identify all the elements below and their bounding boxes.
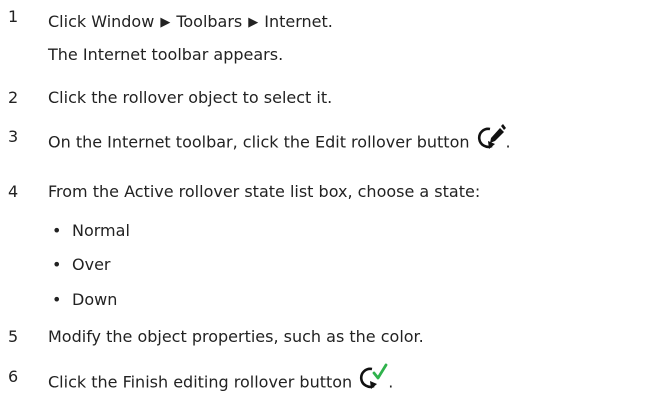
step-text-part: .: [388, 372, 394, 392]
step-number: 1: [8, 7, 19, 26]
bullet: •: [52, 221, 62, 240]
step-text-part: toolbar appears.: [146, 45, 284, 64]
step-text-part: button: [294, 372, 353, 392]
list-item: • Normal: [52, 221, 130, 240]
step-number: 2: [8, 88, 19, 107]
step-number: 4: [8, 182, 19, 201]
menu-separator-icon: ▶: [248, 15, 259, 30]
step-number: 5: [8, 327, 19, 346]
edit-rollover-icon: [476, 122, 506, 154]
menu-toolbars: Toolbars: [176, 12, 243, 31]
menu-internet: Internet: [264, 12, 328, 31]
list-item: • Down: [52, 290, 117, 309]
state-normal: Normal: [72, 221, 130, 240]
step-text-part: On the: [48, 132, 108, 152]
step-text: Click Window ▶ Toolbars ▶ Internet.: [48, 12, 333, 31]
bullet: •: [52, 290, 62, 309]
step-text-part: Click: [48, 12, 92, 31]
list-box-name: Active rollover state: [124, 182, 285, 201]
menu-window: Window: [91, 12, 155, 31]
step-text-part: The: [48, 45, 83, 64]
step-text-part: button: [411, 132, 470, 152]
step-text-part: .: [327, 12, 333, 31]
toolbar-name: Internet: [107, 132, 171, 152]
step-text: Click the Finish editing rollover button…: [48, 363, 394, 394]
step-result-text: The Internet toolbar appears.: [48, 45, 283, 64]
menu-separator-icon: ▶: [160, 15, 171, 30]
step-text-part: toolbar, click the: [170, 132, 315, 152]
state-down: Down: [72, 290, 118, 309]
step-text: On the Internet toolbar, click the Edit …: [48, 124, 511, 154]
list-item: • Over: [52, 255, 110, 274]
step-text-part: From the: [48, 182, 125, 201]
step-text: Click the rollover object to select it.: [48, 88, 333, 107]
step-text-part: Click the: [48, 372, 123, 392]
step-text-part: .: [505, 132, 511, 152]
state-over: Over: [72, 255, 111, 274]
step-number: 6: [8, 367, 19, 386]
finish-editing-rollover-icon: [358, 362, 388, 394]
button-name: Edit rollover: [314, 132, 412, 152]
step-text: Modify the object properties, such as th…: [48, 327, 424, 346]
bullet: •: [52, 255, 62, 274]
toolbar-name: Internet: [82, 45, 147, 64]
step-number: 3: [8, 127, 19, 146]
step-text-part: list box, choose a state:: [284, 182, 481, 201]
step-text: From the Active rollover state list box,…: [48, 182, 480, 201]
button-name: Finish editing rollover: [122, 372, 295, 392]
